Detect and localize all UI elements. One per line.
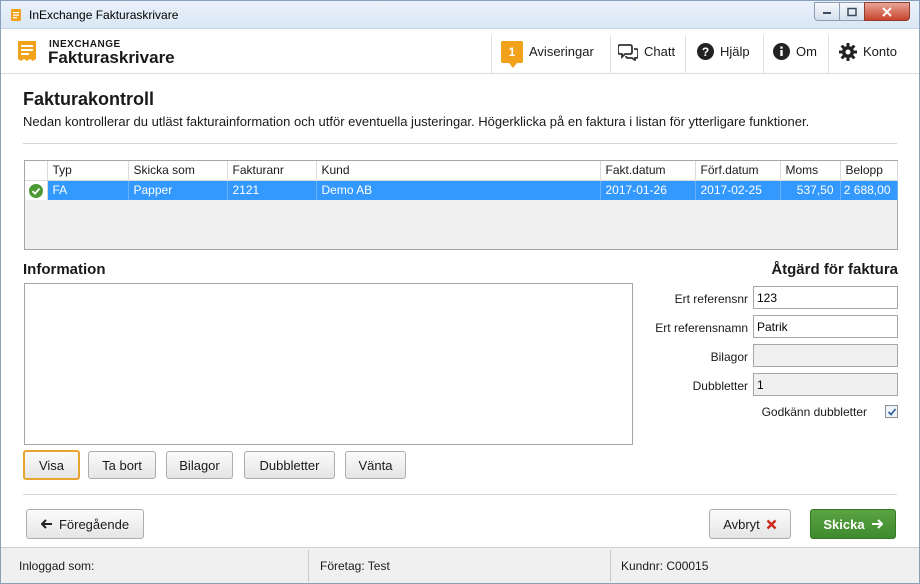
nav-divider — [610, 35, 611, 73]
company-status: Företag: Test — [320, 559, 390, 573]
show-button[interactable]: Visa — [23, 450, 80, 480]
page-title: Fakturakontroll — [23, 89, 155, 109]
status-bar: Inloggad som: Företag: Test Kundnr: C000… — [1, 547, 919, 583]
chat-icon — [618, 43, 638, 61]
arrow-left-icon — [40, 519, 52, 529]
cell-fakturanr: 2121 — [227, 180, 317, 200]
wait-button[interactable]: Vänta — [345, 451, 406, 479]
column-header[interactable]: Fakt.datum — [600, 161, 696, 181]
reference-name-label: Ert referensnamn — [655, 321, 748, 335]
attachments-field — [753, 344, 898, 367]
notifications-badge: 1 — [501, 40, 523, 68]
send-label: Skicka — [823, 516, 865, 532]
customer-number-status: Kundnr: C00015 — [621, 559, 709, 573]
information-title: Information — [23, 261, 106, 278]
maximize-button[interactable] — [839, 2, 865, 21]
account-label: Konto — [863, 44, 897, 59]
previous-button[interactable]: Föregående — [26, 509, 144, 539]
duplicates-button[interactable]: Dubbletter — [244, 451, 335, 479]
app-icon — [11, 9, 21, 21]
cell-fakt-datum: 2017-01-26 — [600, 180, 696, 200]
status-divider — [610, 550, 611, 582]
page-description: Nedan kontrollerar du utläst fakturainfo… — [23, 114, 810, 129]
app-window: InExchange Fakturaskrivare INEXCHANGE Fa… — [0, 0, 920, 584]
row-status-cell — [25, 180, 48, 200]
cancel-button[interactable]: Avbryt — [709, 509, 791, 539]
column-header[interactable]: Förf.datum — [695, 161, 781, 181]
remove-button[interactable]: Ta bort — [88, 451, 156, 479]
duplicates-label: Dubbletter — [692, 379, 748, 393]
help-button[interactable]: ? Hjälp — [697, 29, 750, 74]
title-bar: InExchange Fakturaskrivare — [1, 1, 919, 29]
send-button[interactable]: Skicka — [810, 509, 896, 539]
cell-typ: FA — [47, 180, 129, 200]
chat-button[interactable]: Chatt — [618, 29, 675, 74]
column-header[interactable]: Kund — [316, 161, 601, 181]
arrow-right-icon — [871, 519, 883, 529]
app-header: INEXCHANGE Fakturaskrivare 1 Aviseringar… — [1, 29, 919, 74]
notifications-button[interactable]: 1 Aviseringar — [501, 29, 594, 74]
nav-divider — [685, 35, 686, 73]
maximize-icon — [847, 7, 857, 16]
column-header[interactable]: Fakturanr — [227, 161, 317, 181]
approve-duplicates-label: Godkänn dubbletter — [761, 405, 867, 419]
minimize-icon — [823, 11, 831, 14]
table-row[interactable]: FA Papper 2121 Demo AB 2017-01-26 2017-0… — [25, 180, 898, 200]
logo-icon — [18, 41, 36, 61]
close-icon — [882, 6, 892, 17]
account-button[interactable]: Konto — [839, 29, 897, 74]
cell-belopp: 2 688,00 — [840, 180, 898, 200]
reference-number-input[interactable] — [753, 286, 898, 309]
close-button[interactable] — [864, 2, 910, 21]
cell-kund: Demo AB — [316, 180, 601, 200]
window-title: InExchange Fakturaskrivare — [29, 8, 179, 22]
close-x-icon — [766, 519, 777, 529]
column-header[interactable]: Moms — [780, 161, 841, 181]
status-divider — [308, 550, 309, 582]
previous-label: Föregående — [58, 516, 130, 532]
reference-number-label: Ert referensnr — [674, 292, 748, 306]
help-icon: ? — [697, 43, 714, 60]
nav-divider — [763, 35, 764, 73]
action-title: Åtgärd för faktura — [771, 261, 898, 278]
column-header-status[interactable] — [25, 161, 48, 181]
info-icon — [773, 43, 790, 60]
column-header[interactable]: Typ — [47, 161, 129, 181]
cell-forf-datum: 2017-02-25 — [695, 180, 781, 200]
cell-moms: 537,50 — [780, 180, 841, 200]
nav-divider — [828, 35, 829, 73]
nav-divider — [491, 35, 492, 73]
information-box[interactable] — [24, 283, 633, 445]
logged-in-status: Inloggad som: — [19, 559, 95, 573]
reference-name-input[interactable] — [753, 315, 898, 338]
about-button[interactable]: Om — [773, 29, 817, 74]
about-label: Om — [796, 44, 817, 59]
notifications-label: Aviseringar — [529, 44, 594, 59]
grid-header: Typ Skicka som Fakturanr Kund Fakt.datum… — [25, 161, 898, 181]
svg-text:?: ? — [702, 45, 709, 59]
duplicates-field — [753, 373, 898, 396]
minimize-button[interactable] — [814, 2, 840, 21]
check-circle-icon — [28, 183, 43, 198]
cell-skicka-som: Papper — [128, 180, 228, 200]
divider — [23, 494, 897, 495]
column-header[interactable]: Skicka som — [128, 161, 228, 181]
attachments-button[interactable]: Bilagor — [166, 451, 233, 479]
divider — [23, 143, 897, 144]
cancel-label: Avbryt — [723, 516, 760, 532]
invoice-grid[interactable]: Typ Skicka som Fakturanr Kund Fakt.datum… — [24, 160, 898, 250]
attachments-label: Bilagor — [710, 350, 748, 364]
gear-icon — [839, 42, 857, 61]
help-label: Hjälp — [720, 44, 750, 59]
approve-duplicates-checkbox[interactable] — [885, 405, 898, 418]
brand-product: Fakturaskrivare — [48, 48, 175, 67]
column-header[interactable]: Belopp — [840, 161, 898, 181]
chat-label: Chatt — [644, 44, 676, 59]
checkmark-icon — [887, 408, 897, 416]
